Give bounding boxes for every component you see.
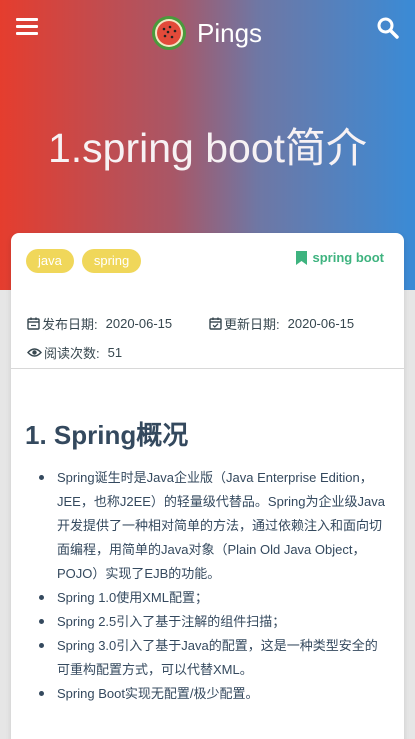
view-count: 阅读次数: 51 (27, 343, 122, 362)
updated-label: 更新日期: (224, 317, 280, 332)
views-value: 51 (107, 345, 123, 360)
tag-list: java spring (26, 249, 142, 273)
eye-icon (27, 348, 42, 357)
category-label: spring boot (312, 250, 385, 265)
published-label: 发布日期: (42, 317, 98, 332)
list-item: Spring诞生时是Java企业版（Java Enterprise Editio… (37, 466, 387, 586)
published-date: 发布日期: 2020-06-15 (27, 314, 172, 333)
updated-date: 更新日期: 2020-06-15 (209, 314, 354, 333)
divider (11, 368, 404, 369)
article-bullet-list: Spring诞生时是Java企业版（Java Enterprise Editio… (37, 466, 387, 706)
search-icon[interactable] (376, 16, 400, 40)
calendar-check-icon (209, 317, 222, 330)
bookmark-icon (295, 250, 307, 265)
calendar-icon (27, 317, 40, 330)
updated-value: 2020-06-15 (287, 316, 355, 331)
watermelon-logo (152, 16, 186, 50)
brand-name: Pings (197, 17, 263, 48)
views-label: 阅读次数: (44, 346, 100, 361)
article-heading: 1. Spring概况 (25, 420, 189, 450)
list-item: Spring Boot实现无配置/极少配置。 (37, 682, 387, 706)
tag-java[interactable]: java (26, 249, 74, 273)
hamburger-menu-icon[interactable] (16, 18, 38, 36)
category-link[interactable]: spring boot (295, 250, 385, 265)
list-item: Spring 2.5引入了基于注解的组件扫描； (37, 610, 387, 634)
post-title: 1.spring boot简介 (47, 125, 368, 171)
list-item: Spring 3.0引入了基于Java的配置，这是一种类型安全的可重构配置方式，… (37, 634, 387, 682)
published-value: 2020-06-15 (105, 316, 173, 331)
site-brand[interactable]: Pings (151, 15, 262, 51)
tag-spring[interactable]: spring (81, 249, 142, 273)
post-card: java spring spring boot 发布日期: 2020-06-15… (11, 233, 404, 739)
list-item: Spring 1.0使用XML配置； (37, 586, 387, 610)
